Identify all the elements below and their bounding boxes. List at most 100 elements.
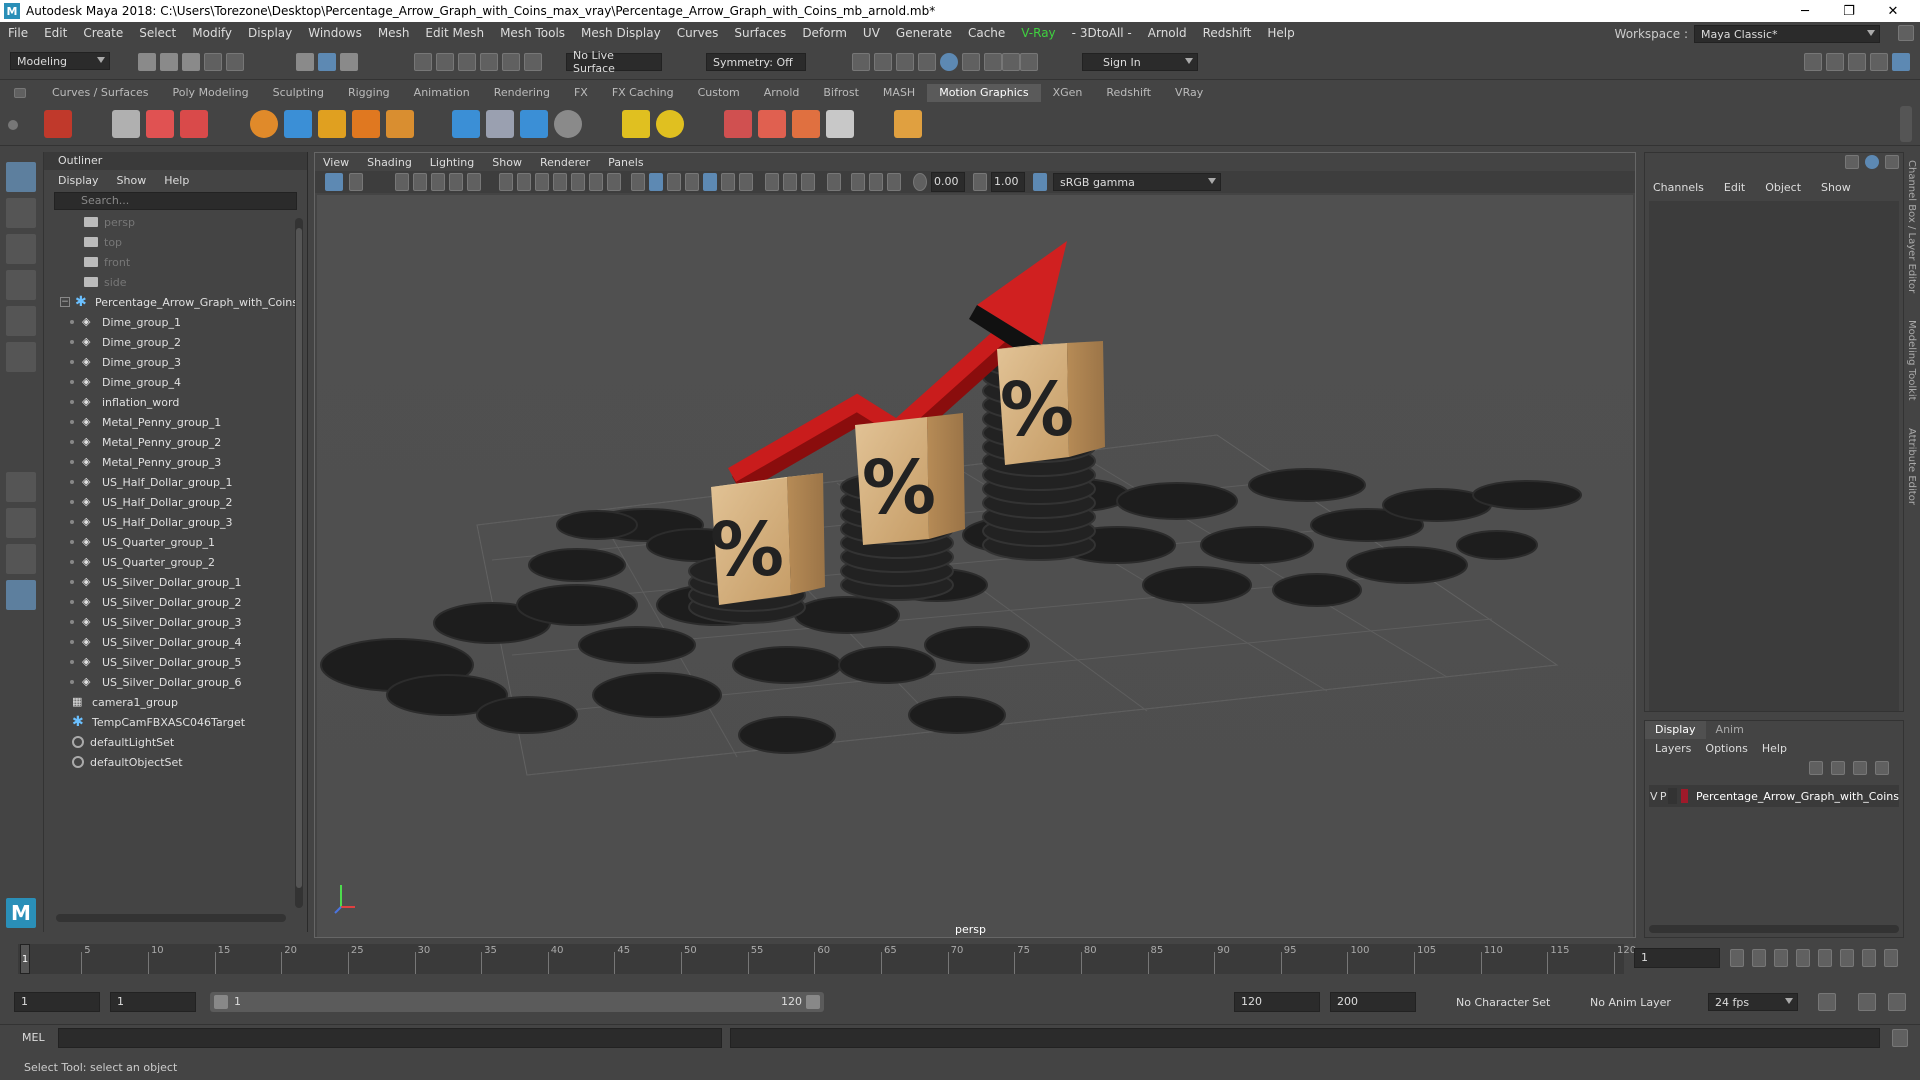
menu-uv[interactable]: UV	[855, 26, 888, 40]
snap-grid-icon[interactable]	[414, 53, 432, 71]
outliner-item-child[interactable]: ◈ inflation_word	[60, 392, 307, 412]
viewport-menu-renderer[interactable]: Renderer	[540, 156, 590, 169]
outliner-menu-show[interactable]: Show	[117, 174, 147, 187]
viewport-menu-panels[interactable]: Panels	[608, 156, 643, 169]
paint-select-icon[interactable]	[6, 234, 36, 264]
maximize-button[interactable]: ❐	[1826, 0, 1872, 22]
save-scene-icon[interactable]	[182, 53, 200, 71]
four-view-icon[interactable]	[6, 508, 36, 538]
select-camera-icon[interactable]	[325, 173, 343, 191]
2d-pan-zoom-icon[interactable]	[449, 173, 463, 191]
outliner-item-default-light-set[interactable]: defaultLightSet	[60, 732, 307, 752]
layer-tab-anim[interactable]: Anim	[1706, 721, 1754, 739]
go-to-end-icon[interactable]	[1884, 949, 1898, 967]
auto-key-icon[interactable]	[1858, 993, 1876, 1011]
type-t-icon[interactable]	[318, 110, 346, 138]
arnold-ipr-icon[interactable]	[1002, 53, 1020, 71]
menu-vray[interactable]: V-Ray	[1013, 26, 1063, 40]
menu-select[interactable]: Select	[131, 26, 184, 40]
move-tool-icon[interactable]	[6, 270, 36, 300]
channel-menu-object[interactable]: Object	[1765, 181, 1801, 194]
outliner-horizontal-scrollbar[interactable]	[56, 914, 286, 922]
motion-blur-icon[interactable]	[765, 173, 779, 191]
layer-menu-help[interactable]: Help	[1762, 742, 1787, 755]
layer-color-swatch[interactable]	[1681, 789, 1688, 803]
outliner-item-child[interactable]: ◈ Dime_group_3	[60, 352, 307, 372]
shelf-tab-vray[interactable]: VRay	[1163, 84, 1215, 102]
shelf-tab-xgen[interactable]: XGen	[1041, 84, 1095, 102]
pause-icon[interactable]	[1020, 53, 1038, 71]
redo-icon[interactable]	[226, 53, 244, 71]
snap-vertex-icon[interactable]	[524, 53, 542, 71]
move-layer-down-icon[interactable]	[1831, 761, 1845, 775]
script-editor-icon[interactable]	[1892, 1029, 1908, 1047]
depth-of-field-icon[interactable]	[801, 173, 815, 191]
menu-display[interactable]: Display	[240, 26, 300, 40]
isolate-select-icon[interactable]	[827, 173, 841, 191]
layer-playback-toggle[interactable]: P	[1658, 790, 1667, 803]
render-view-icon[interactable]	[962, 53, 980, 71]
shelf-tab-sculpting[interactable]: Sculpting	[261, 84, 336, 102]
character-set-dropdown[interactable]: No Character Set	[1450, 993, 1568, 1011]
outliner-layout-icon[interactable]	[6, 580, 36, 610]
color-management-icon[interactable]	[1033, 173, 1047, 191]
layer-horizontal-scrollbar[interactable]	[1649, 925, 1899, 933]
lock-icon[interactable]	[1898, 25, 1914, 41]
menu-arnold[interactable]: Arnold	[1140, 26, 1195, 40]
text-tool-icon[interactable]	[146, 110, 174, 138]
shelf-tab-poly-modeling[interactable]: Poly Modeling	[161, 84, 261, 102]
layer-visibility-toggle[interactable]: V	[1649, 790, 1658, 803]
shelf-tab-redshift[interactable]: Redshift	[1094, 84, 1163, 102]
locator-icon[interactable]	[622, 110, 650, 138]
distribute-icon[interactable]	[486, 110, 514, 138]
light-icon[interactable]	[656, 110, 684, 138]
anim-layer-dropdown[interactable]: No Anim Layer	[1584, 993, 1684, 1011]
shelf-tab-fx[interactable]: FX	[562, 84, 600, 102]
modeling-toolkit-icon[interactable]	[1804, 53, 1822, 71]
viewport-scene[interactable]: % % %	[317, 195, 1633, 937]
loop-icon[interactable]	[1818, 993, 1836, 1011]
menu-help[interactable]: Help	[1259, 26, 1302, 40]
step-back-key-icon[interactable]	[1752, 949, 1766, 967]
menu-windows[interactable]: Windows	[300, 26, 370, 40]
cube-tool-icon[interactable]	[386, 110, 414, 138]
side-tab-channel-box[interactable]: Channel Box / Layer Editor	[1906, 160, 1917, 293]
shelf-tab-fx-caching[interactable]: FX Caching	[600, 84, 686, 102]
shelf-tab-curves-surfaces[interactable]: Curves / Surfaces	[40, 84, 161, 102]
human-ik-icon[interactable]	[1826, 53, 1844, 71]
time-ruler[interactable]: 5 10 15 20 25 30 35 40 45 50 55 60 65 70 75 80 85 90 95 100…	[18, 944, 1636, 974]
shelf-tab-animation[interactable]: Animation	[402, 84, 482, 102]
menu-deform[interactable]: Deform	[794, 26, 855, 40]
bookmarks-icon[interactable]	[413, 173, 427, 191]
outliner-item-tempcam-target[interactable]: ✱ TempCamFBXASC046Target	[60, 712, 307, 732]
snap-surface-icon[interactable]	[502, 53, 520, 71]
live-surface-field[interactable]: No Live Surface	[566, 49, 662, 75]
field-chart-icon[interactable]	[571, 173, 585, 191]
command-input[interactable]	[58, 1028, 722, 1048]
shelf-tab-motion-graphics[interactable]: Motion Graphics	[927, 84, 1041, 102]
menu-modify[interactable]: Modify	[184, 26, 240, 40]
menu-redshift[interactable]: Redshift	[1195, 26, 1260, 40]
circle-tool-icon[interactable]	[554, 110, 582, 138]
gamma-field[interactable]: 1.00	[991, 172, 1025, 192]
channel-menu-channels[interactable]: Channels	[1653, 181, 1704, 194]
safe-title-icon[interactable]	[607, 173, 621, 191]
shelf-tab-bifrost[interactable]: Bifrost	[811, 84, 871, 102]
outliner-item-child[interactable]: ◈ US_Half_Dollar_group_1	[60, 472, 307, 492]
xray-joints-icon[interactable]	[887, 173, 901, 191]
menu-generate[interactable]: Generate	[888, 26, 960, 40]
step-forward-key-icon[interactable]	[1862, 949, 1876, 967]
snap-curve-icon[interactable]	[436, 53, 454, 71]
particle-icon[interactable]	[724, 110, 752, 138]
layer-menu-options[interactable]: Options	[1705, 742, 1747, 755]
render-frame-icon[interactable]	[874, 53, 892, 71]
menu-mesh[interactable]: Mesh	[370, 26, 418, 40]
layer-tab-display[interactable]: Display	[1645, 721, 1706, 739]
shelf-scroll-arrows[interactable]	[1900, 106, 1912, 142]
single-view-icon[interactable]	[6, 472, 36, 502]
exposure-icon[interactable]	[913, 173, 927, 191]
attribute-editor-icon[interactable]	[1848, 53, 1866, 71]
use-all-lights-icon[interactable]	[703, 173, 717, 191]
hypershade-icon[interactable]	[940, 53, 958, 71]
new-scene-icon[interactable]	[138, 53, 156, 71]
